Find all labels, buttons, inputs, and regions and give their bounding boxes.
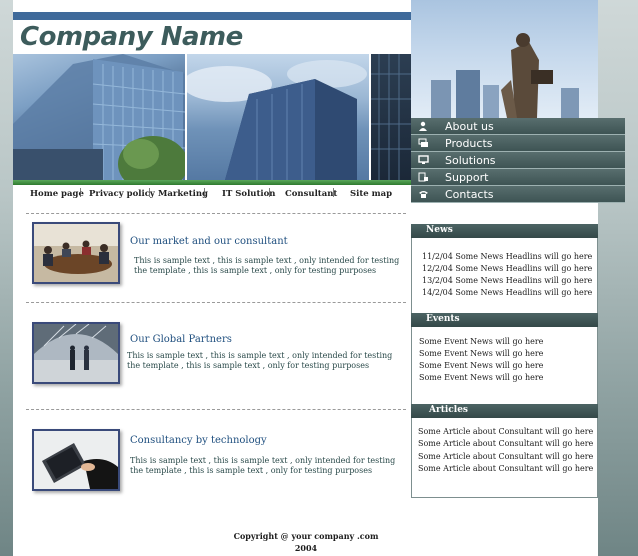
event-item[interactable]: Some Event News will go here: [419, 337, 543, 346]
section-title[interactable]: Consultancy by technology: [130, 435, 267, 446]
menu-item-about-us[interactable]: About us: [411, 118, 625, 135]
footer-copyright: Copyright @ your company .com 2004: [200, 530, 412, 554]
news-header: News: [411, 224, 598, 238]
thumb-laptop-photo: [32, 429, 120, 491]
nav-site-map[interactable]: Site map: [350, 189, 392, 199]
header-photo-businessman-statue: [411, 0, 598, 118]
article-item[interactable]: Some Article about Consultant will go he…: [418, 452, 593, 461]
divider: [26, 213, 406, 214]
thumb-partners-photo: [32, 322, 120, 384]
top-accent-bar: [13, 12, 411, 20]
menu-label: Solutions: [445, 153, 496, 167]
events-header: Events: [411, 313, 598, 327]
nav-separator: |: [148, 188, 152, 198]
news-heading: News: [426, 225, 453, 235]
phone-icon: [411, 186, 435, 202]
article-item[interactable]: Some Article about Consultant will go he…: [418, 464, 593, 473]
nav-separator: |: [268, 188, 272, 198]
menu-label: Support: [445, 170, 489, 184]
article-item[interactable]: Some Article about Consultant will go he…: [418, 427, 593, 436]
event-item[interactable]: Some Event News will go here: [419, 349, 543, 358]
copyright-year: 2004: [294, 543, 318, 553]
nav-home-page[interactable]: Home page: [30, 189, 84, 199]
section-body: This is sample text , this is sample tex…: [127, 351, 393, 370]
nav-consultant[interactable]: Consultant: [285, 189, 337, 199]
article-item[interactable]: Some Article about Consultant will go he…: [418, 439, 593, 448]
menu-label: Products: [445, 136, 493, 150]
menu-item-solutions[interactable]: Solutions: [411, 152, 625, 169]
nav-separator: |: [332, 188, 336, 198]
menu-label: About us: [445, 119, 494, 133]
header-photo-glass-building: [13, 54, 185, 180]
top-nav: Home page | Privacy policy | Marketing |…: [13, 186, 411, 204]
articles-header: Articles: [411, 404, 598, 418]
event-item[interactable]: Some Event News will go here: [419, 373, 543, 382]
news-item[interactable]: 14/2/04 Some News Headlins will go here: [422, 288, 592, 297]
main-menu: About us Products Solutions Support Cont…: [411, 118, 625, 204]
nav-separator: |: [203, 188, 207, 198]
copyright-line: Copyright @ your company .com: [233, 531, 379, 541]
section-title[interactable]: Our Global Partners: [130, 334, 232, 345]
support-icon: [411, 169, 435, 185]
news-item[interactable]: 11/2/04 Some News Headlins will go here: [422, 252, 592, 261]
articles-heading: Articles: [429, 405, 468, 415]
person-icon: [411, 118, 435, 134]
section-body: This is sample text , this is sample tex…: [130, 456, 396, 475]
section-title[interactable]: Our market and our consultant: [130, 236, 288, 247]
event-item[interactable]: Some Event News will go here: [419, 361, 543, 370]
nav-privacy-policy[interactable]: Privacy policy: [89, 189, 155, 199]
menu-item-support[interactable]: Support: [411, 169, 625, 186]
divider: [26, 409, 406, 410]
thumb-meeting-photo: [32, 222, 120, 284]
menu-item-contacts[interactable]: Contacts: [411, 186, 625, 203]
header-green-bar: [13, 180, 411, 185]
company-name-logo[interactable]: Company Name: [20, 22, 243, 52]
header-photo-building-edge: [371, 54, 411, 180]
header-photo-tower: [187, 54, 369, 180]
products-icon: [411, 135, 435, 151]
monitor-icon: [411, 152, 435, 168]
menu-label: Contacts: [445, 187, 494, 201]
nav-separator: |: [79, 188, 83, 198]
divider: [26, 302, 406, 303]
section-body: This is sample text , this is sample tex…: [134, 256, 400, 275]
nav-marketing[interactable]: Marketing: [158, 189, 208, 199]
events-heading: Events: [426, 314, 460, 324]
news-item[interactable]: 12/2/04 Some News Headlins will go here: [422, 264, 592, 273]
news-item[interactable]: 13/2/04 Some News Headlins will go here: [422, 276, 592, 285]
menu-item-products[interactable]: Products: [411, 135, 625, 152]
